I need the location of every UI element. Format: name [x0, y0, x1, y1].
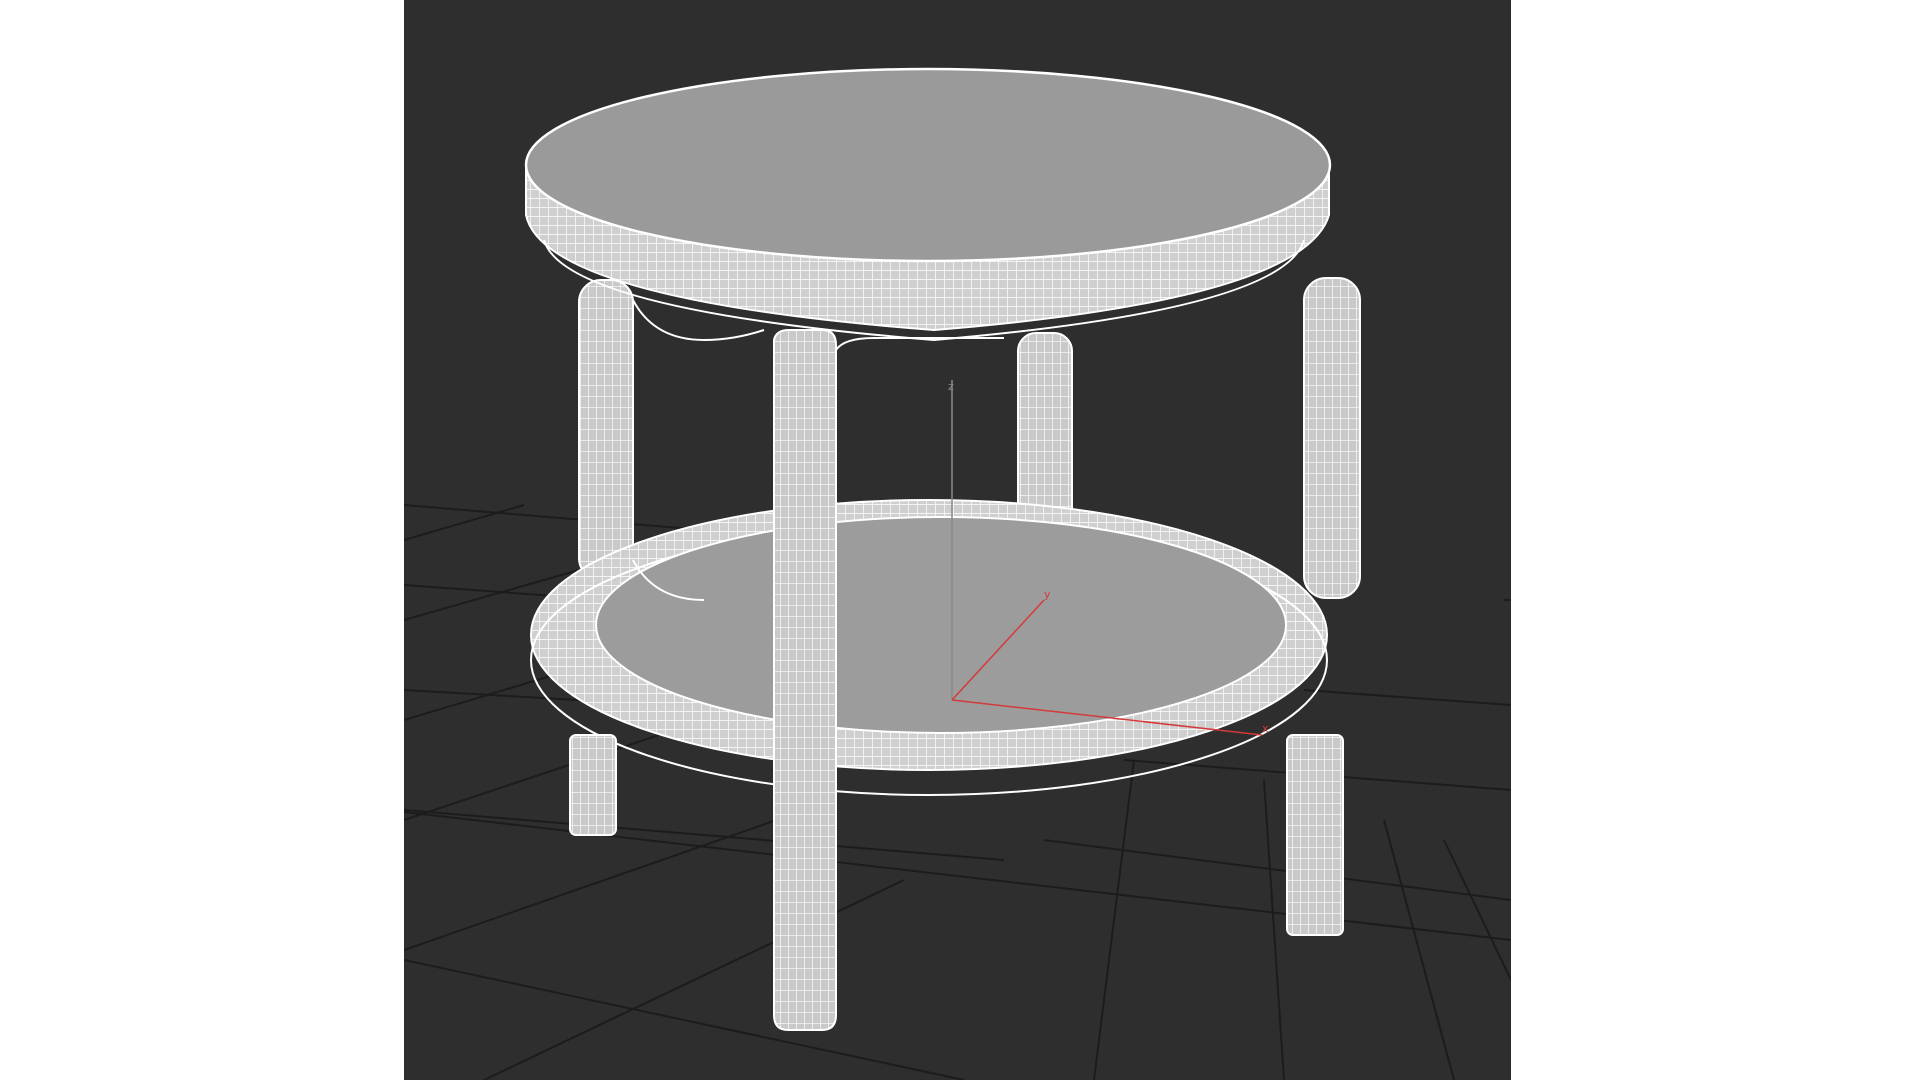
page: z y x [0, 0, 1920, 1080]
axis-y-label: y [1044, 588, 1051, 601]
perspective-viewport[interactable]: z y x [404, 0, 1511, 1080]
axis-z-label: z [948, 380, 954, 393]
lower-shelf [530, 499, 1328, 796]
table-top [524, 67, 1332, 342]
viewport-canvas[interactable]: z y x [404, 0, 1511, 1080]
front-leg [773, 329, 837, 1031]
axis-x-label: x [1262, 722, 1269, 735]
